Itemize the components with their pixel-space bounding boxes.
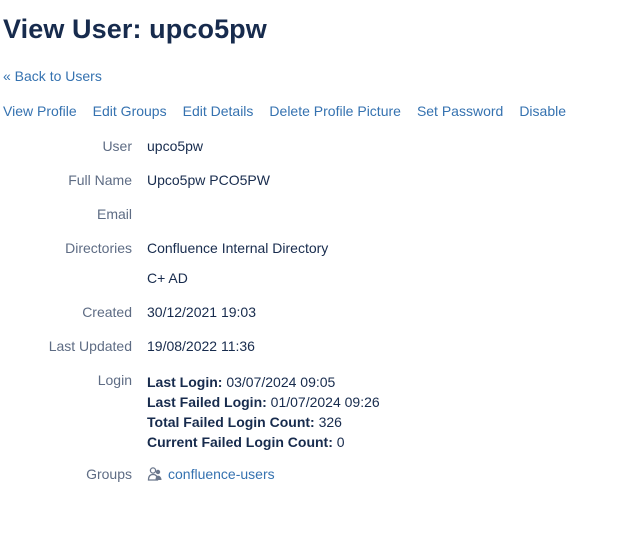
total-failed-login-label: Total Failed Login Count: <box>147 414 315 430</box>
group-link-confluence-users[interactable]: confluence-users <box>168 466 275 482</box>
directory-item: Confluence Internal Directory <box>147 240 329 256</box>
groups-list: confluence-users <box>147 466 275 482</box>
current-failed-login-label: Current Failed Login Count: <box>147 434 333 450</box>
edit-groups-link[interactable]: Edit Groups <box>93 103 167 119</box>
created-label: Created <box>82 304 132 320</box>
set-password-link[interactable]: Set Password <box>417 103 503 119</box>
last-login-value: 03/07/2024 09:05 <box>226 374 336 390</box>
page-title: View User: upco5pw <box>3 14 267 44</box>
view-profile-link[interactable]: View Profile <box>3 103 77 119</box>
edit-details-link[interactable]: Edit Details <box>183 103 254 119</box>
login-label: Login <box>97 372 132 388</box>
last-updated-label: Last Updated <box>48 338 132 354</box>
group-icon <box>147 466 163 482</box>
total-failed-login-value: 326 <box>318 414 342 430</box>
user-actions-bar: View Profile Edit Groups Edit Details De… <box>3 103 566 119</box>
directories-label: Directories <box>65 240 132 256</box>
full-name-value: Upco5pw PCO5PW <box>147 172 270 188</box>
user-label: User <box>102 138 132 154</box>
last-login-row: Last Login: 03/07/2024 09:05 <box>147 372 380 392</box>
last-failed-login-row: Last Failed Login: 01/07/2024 09:26 <box>147 392 380 412</box>
delete-profile-picture-link[interactable]: Delete Profile Picture <box>269 103 401 119</box>
created-value: 30/12/2021 19:03 <box>147 304 256 320</box>
last-updated-value: 19/08/2022 11:36 <box>147 338 255 354</box>
login-details: Last Login: 03/07/2024 09:05 Last Failed… <box>147 372 380 452</box>
last-failed-login-value: 01/07/2024 09:26 <box>270 394 380 410</box>
disable-link[interactable]: Disable <box>519 103 566 119</box>
back-to-users-link[interactable]: « Back to Users <box>3 68 102 84</box>
last-failed-login-label: Last Failed Login: <box>147 394 267 410</box>
email-label: Email <box>96 206 132 222</box>
directory-item: C+ AD <box>147 270 188 286</box>
current-failed-login-row: Current Failed Login Count: 0 <box>147 432 380 452</box>
total-failed-login-row: Total Failed Login Count: 326 <box>147 412 380 432</box>
current-failed-login-value: 0 <box>336 434 345 450</box>
last-login-label: Last Login: <box>147 374 223 390</box>
full-name-label: Full Name <box>68 172 132 188</box>
groups-label: Groups <box>86 466 132 482</box>
user-value: upco5pw <box>147 138 204 154</box>
